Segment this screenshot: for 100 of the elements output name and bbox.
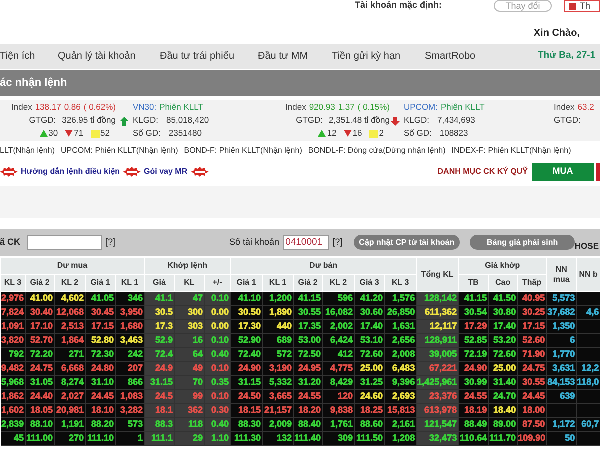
account-number-field[interactable]: 0410001 <box>282 235 329 250</box>
column-header: NN mua <box>546 258 577 292</box>
down-triangle-icon <box>65 130 74 137</box>
table-cell: 2,693 <box>384 390 417 404</box>
table-cell: 1,083 <box>116 390 144 404</box>
help-link[interactable]: [?] <box>106 236 116 250</box>
table-cell: 30.55 <box>294 306 323 320</box>
menu-item[interactable]: Tiện ích <box>0 49 36 64</box>
table-cell: 41.15 <box>458 292 489 306</box>
table-cell: 866 <box>116 376 144 390</box>
declines-count: 71 <box>74 127 84 140</box>
column-header: Giá 1 <box>230 274 263 292</box>
table-cell: 30.80 <box>488 306 518 320</box>
table-cell: 18.15 <box>230 404 263 418</box>
table-cell: 24.60 <box>354 390 385 404</box>
table-cell: 111.1 <box>144 432 174 446</box>
market-name: UPCOM: <box>404 101 438 114</box>
table-cell: 596 <box>322 292 355 306</box>
table-cell: 1,602 <box>0 404 26 418</box>
table-cell: 3,820 <box>0 334 26 348</box>
table-cell: 24.75 <box>26 362 54 376</box>
buy-button[interactable]: MUA <box>532 163 594 181</box>
table-cell: 30.25 <box>518 306 547 320</box>
account-number-label: Số tài khoản <box>230 236 280 249</box>
table-cell: 3,631 <box>546 362 577 376</box>
table-cell: 30.60 <box>354 306 385 320</box>
table-cell: 2,002 <box>322 320 355 334</box>
table-cell: 17.15 <box>86 320 116 334</box>
table-cell: 242 <box>116 348 144 362</box>
table-cell: 49 <box>174 362 204 376</box>
column-header: KL <box>174 274 204 292</box>
table-cell: 17.30 <box>230 320 263 334</box>
table-cell: 53.00 <box>294 334 323 348</box>
exchange-label: HOSE <box>574 240 599 253</box>
table-cell: 109.90 <box>518 432 547 446</box>
margin-list-link[interactable]: DANH MỤC CK KÝ QUỸ <box>438 166 528 178</box>
symbol-label: ã CK <box>0 236 21 249</box>
table-cell: 24.45 <box>86 390 116 404</box>
table-cell: 17.29 <box>458 320 489 334</box>
column-header: +/- <box>204 274 231 292</box>
table-cell: 2,009 <box>262 418 294 432</box>
menu-item[interactable]: SmartRobo <box>425 49 476 64</box>
table-cell: 2,008 <box>384 348 417 362</box>
table-cell: 72.20 <box>26 348 54 362</box>
table-cell: 270 <box>54 432 86 446</box>
table-cell: 1,862 <box>0 390 26 404</box>
link[interactable]: Gói vay MR <box>144 166 188 178</box>
table-cell: 1,890 <box>262 306 294 320</box>
table-cell: 72.60 <box>488 348 518 362</box>
exit-button[interactable]: Th <box>564 0 600 12</box>
table-cell: 24.80 <box>86 362 116 376</box>
table-cell: 17.40 <box>354 320 385 334</box>
table-cell: 41.15 <box>294 292 323 306</box>
table-cell: 3,950 <box>116 306 144 320</box>
table-cell: 84,153 <box>546 376 577 390</box>
table-cell: 52.85 <box>458 334 489 348</box>
table-cell: 2,839 <box>0 418 26 432</box>
table-cell: 5,573 <box>546 292 577 306</box>
table-cell: 18.05 <box>26 404 54 418</box>
menu-item[interactable]: Quản lý tài khoản <box>58 49 136 64</box>
table-cell: 1,631 <box>384 320 417 334</box>
column-group-header: Dư bán <box>230 258 417 274</box>
gtgd-value: 2,351.48 tỉ đồng <box>329 114 390 127</box>
update-stocks-button[interactable]: Cập nhật CP từ tài khoản <box>354 235 460 250</box>
table-cell: 52.80 <box>86 334 116 348</box>
table-cell: 64 <box>174 348 204 362</box>
table-cell: 41.20 <box>354 292 385 306</box>
square-icon <box>90 130 100 138</box>
table-cell: 30.50 <box>230 306 263 320</box>
table-cell: 572 <box>262 348 294 362</box>
section-title: ác nhận lệnh <box>0 76 68 91</box>
table-cell: 39,005 <box>416 348 459 362</box>
table-cell: 1,761 <box>322 418 355 432</box>
table-cell: 12,117 <box>416 320 459 334</box>
link[interactable]: Hướng dẫn lệnh điều kiện <box>21 166 120 178</box>
table-cell: 18.20 <box>294 404 323 418</box>
derivatives-board-button[interactable]: Bảng giá phái sinh <box>470 235 575 250</box>
table-cell: 9,838 <box>322 404 355 418</box>
table-cell: 2,513 <box>54 320 86 334</box>
deals-label: Số GD: <box>404 127 432 140</box>
menu-item[interactable]: Tiền gửi kỳ hạn <box>332 49 401 64</box>
table-cell: 9,482 <box>0 362 26 376</box>
index-value: 920.93 <box>309 101 336 114</box>
table-cell: 20,981 <box>54 404 86 418</box>
menu-item[interactable]: Đầu tư trái phiếu <box>160 49 235 64</box>
index-label: Index <box>12 101 32 114</box>
table-cell: 4,775 <box>322 362 355 376</box>
table-cell: 303 <box>174 320 204 334</box>
column-header: TB <box>458 274 489 292</box>
column-group-header: Giá khớp <box>458 258 547 274</box>
deals-label: Số GD: <box>133 127 161 140</box>
table-cell: 88.10 <box>26 418 54 432</box>
table-cell: 41.50 <box>488 292 518 306</box>
klgd-value: 7,434,693 <box>438 114 476 127</box>
symbol-input-field[interactable] <box>26 235 102 250</box>
table-cell: 24.9 <box>144 362 174 376</box>
menu-item[interactable]: Đầu tư MM <box>258 49 308 64</box>
table-cell: 87.50 <box>518 418 547 432</box>
help-link[interactable]: [?] <box>332 236 343 250</box>
klgd-value: 85,018,420 <box>166 114 210 127</box>
